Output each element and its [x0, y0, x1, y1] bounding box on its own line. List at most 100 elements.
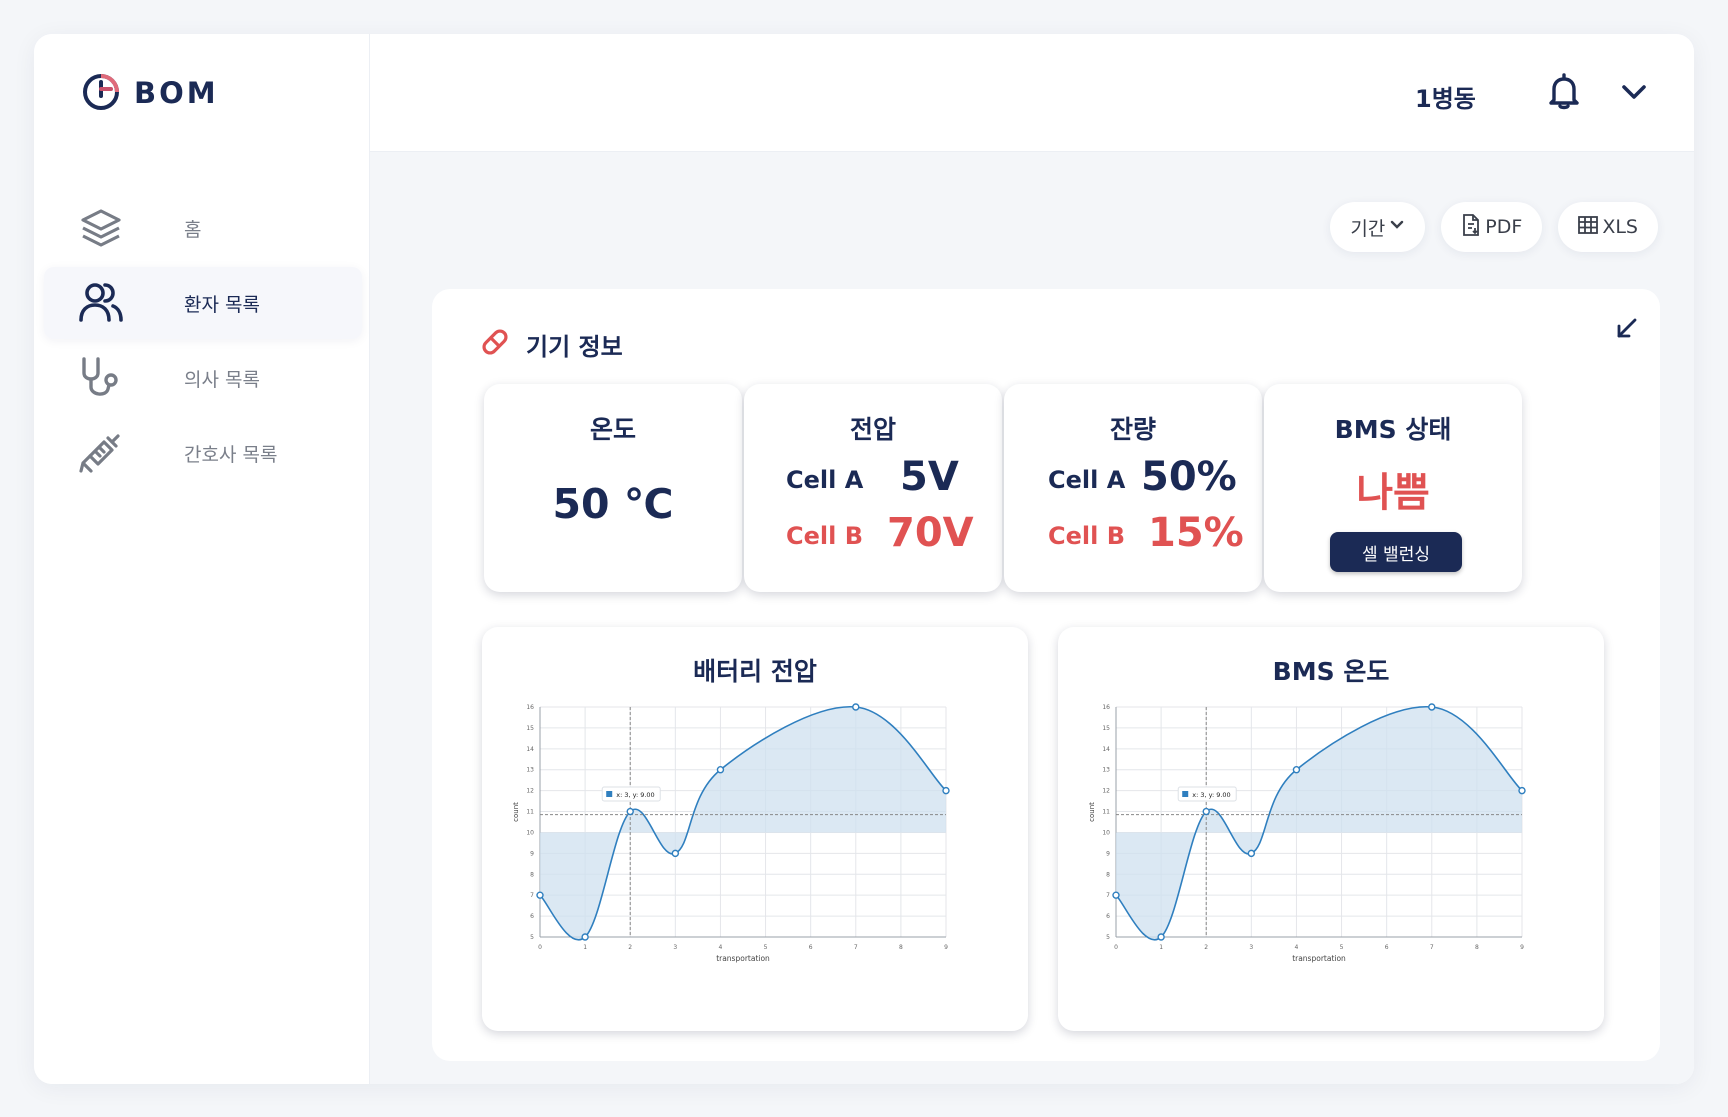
cell-b-label: Cell B	[1048, 522, 1125, 550]
cell-b-value: 70V	[887, 510, 974, 556]
x-tick-label: 1	[583, 944, 587, 951]
ward-selector-label[interactable]: 1병동	[1415, 79, 1476, 114]
xls-export-button[interactable]: XLS	[1558, 202, 1658, 252]
cell-a-label: Cell A	[1048, 466, 1126, 494]
app-window: BOM 홈 환자 목록 의사 목록 간호사 목록 1병동 기간 PDF XLS …	[34, 34, 1694, 1084]
data-point	[1247, 849, 1256, 858]
layers-icon	[78, 205, 124, 251]
x-tick-label: 3	[1249, 944, 1253, 951]
y-tick-label: 11	[1102, 809, 1110, 816]
bms-status-card: BMS 상태 나쁨 셀 밸런싱	[1264, 384, 1522, 592]
x-tick-label: 5	[764, 944, 768, 951]
y-tick-label: 11	[526, 809, 534, 816]
tooltip-swatch	[1182, 791, 1189, 797]
sidebar-item-patients[interactable]: 환자 목록	[44, 267, 362, 339]
area-fill	[1116, 706, 1522, 940]
x-tick-label: 4	[1295, 944, 1299, 951]
data-point	[716, 766, 725, 774]
bell-icon[interactable]	[1546, 72, 1582, 114]
pill-icon	[478, 325, 512, 363]
y-tick-label: 9	[530, 850, 534, 857]
arrow-down-left-icon[interactable]	[1614, 315, 1640, 345]
users-icon	[78, 280, 124, 326]
y-tick-label: 5	[530, 934, 534, 941]
x-tick-label: 7	[1430, 944, 1434, 951]
chart-title: 배터리 전압	[693, 657, 817, 686]
pdf-file-icon	[1461, 213, 1481, 241]
y-tick-label: 8	[530, 871, 534, 878]
data-point	[1292, 766, 1301, 774]
y-tick-label: 7	[1106, 892, 1110, 899]
chevron-down-icon	[1389, 216, 1405, 238]
logo-icon	[80, 70, 122, 116]
stethoscope-icon	[78, 355, 124, 401]
sidebar-item-nurses[interactable]: 간호사 목록	[44, 417, 362, 489]
data-point	[1157, 933, 1165, 941]
bms-temperature-chart[interactable]: 56789101112131415160 1 2 3 4 5 6 7 8 9transportat…	[1078, 693, 1584, 1003]
y-tick-label: 13	[1102, 767, 1110, 774]
panel-title: 기기 정보	[526, 332, 623, 361]
card-title: 전압	[849, 415, 896, 444]
y-tick-label: 9	[1106, 850, 1110, 857]
chevron-down-icon[interactable]	[1620, 78, 1648, 110]
x-axis-label: transportation	[716, 954, 770, 963]
sidebar-item-doctors[interactable]: 의사 목록	[44, 342, 362, 414]
y-tick-label: 16	[1102, 704, 1110, 711]
sidebar-item-label: 의사 목록	[184, 368, 260, 391]
data-point	[671, 849, 680, 858]
bms-status-value: 나쁨	[1356, 470, 1430, 516]
x-tick-label: 1	[1159, 944, 1163, 951]
x-tick-label: 7	[854, 944, 858, 951]
x-tick-label: 2	[1204, 944, 1208, 951]
card-title: 온도	[589, 415, 636, 444]
x-tick-label: 4	[719, 944, 723, 951]
x-tick-label: 6	[1385, 944, 1389, 951]
pdf-export-button[interactable]: PDF	[1441, 202, 1543, 252]
voltage-card: 전압 Cell A 5V Cell B 70V	[744, 384, 1002, 592]
x-tick-label: 8	[1475, 944, 1479, 951]
x-axis-label: transportation	[1292, 954, 1346, 963]
main-content: 1병동 기간 PDF XLS 기기 정보 온도 50 ℃ 전압 Cell A 5…	[370, 34, 1694, 1084]
sidebar: BOM 홈 환자 목록 의사 목록 간호사 목록	[34, 34, 370, 1084]
x-tick-label: 0	[1114, 944, 1118, 951]
cell-b-value: 15%	[1148, 510, 1244, 556]
period-dropdown-button[interactable]: 기간	[1330, 202, 1426, 252]
card-title: 잔량	[1109, 415, 1156, 444]
cell-b-label: Cell B	[786, 522, 863, 550]
cell-balancing-button[interactable]: 셀 밸런싱	[1330, 532, 1462, 572]
data-point	[942, 786, 950, 795]
area-fill	[540, 706, 946, 940]
y-tick-label: 15	[1102, 725, 1110, 732]
xls-label: XLS	[1602, 216, 1638, 238]
y-tick-label: 6	[530, 913, 534, 920]
temperature-value: 50 ℃	[552, 480, 674, 528]
data-point	[626, 807, 634, 816]
table-grid-icon	[1578, 215, 1599, 240]
data-point	[1202, 807, 1210, 816]
x-tick-label: 2	[628, 944, 632, 951]
cell-a-value: 5V	[900, 454, 959, 500]
chart-title: BMS 온도	[1272, 657, 1390, 686]
y-tick-label: 7	[530, 892, 534, 899]
sidebar-item-label: 환자 목록	[184, 293, 260, 316]
y-axis-label: count	[1088, 802, 1096, 822]
sidebar-item-home[interactable]: 홈	[44, 192, 362, 264]
x-tick-label: 9	[944, 944, 948, 951]
battery-voltage-chart[interactable]: 56789101112131415160 1 2 3 4 5 6 7 8 9transportat…	[502, 693, 1008, 1003]
cell-a-value: 50%	[1141, 454, 1237, 500]
x-tick-label: 6	[809, 944, 813, 951]
cell-a-label: Cell A	[786, 466, 864, 494]
card-title: BMS 상태	[1334, 415, 1452, 444]
pdf-label: PDF	[1485, 216, 1523, 238]
y-tick-label: 8	[1106, 871, 1110, 878]
device-info-panel: 기기 정보 온도 50 ℃ 전압 Cell A 5V Cell B 70V 잔량…	[432, 289, 1660, 1061]
logo[interactable]: BOM	[80, 70, 219, 116]
y-tick-label: 5	[1106, 934, 1110, 941]
y-tick-label: 6	[1106, 913, 1110, 920]
battery-voltage-chart-card: 배터리 전압 5 6 7 8 9 10 11 12 13 14 15 16 0 1 2 3 4 5 6 7 8 9 tran…	[482, 627, 1028, 1031]
sidebar-nav: 홈 환자 목록 의사 목록 간호사 목록	[44, 192, 362, 492]
data-point	[1428, 703, 1436, 711]
y-tick-label: 16	[526, 704, 534, 711]
y-tick-label: 10	[526, 829, 534, 836]
y-tick-label: 14	[526, 746, 534, 753]
